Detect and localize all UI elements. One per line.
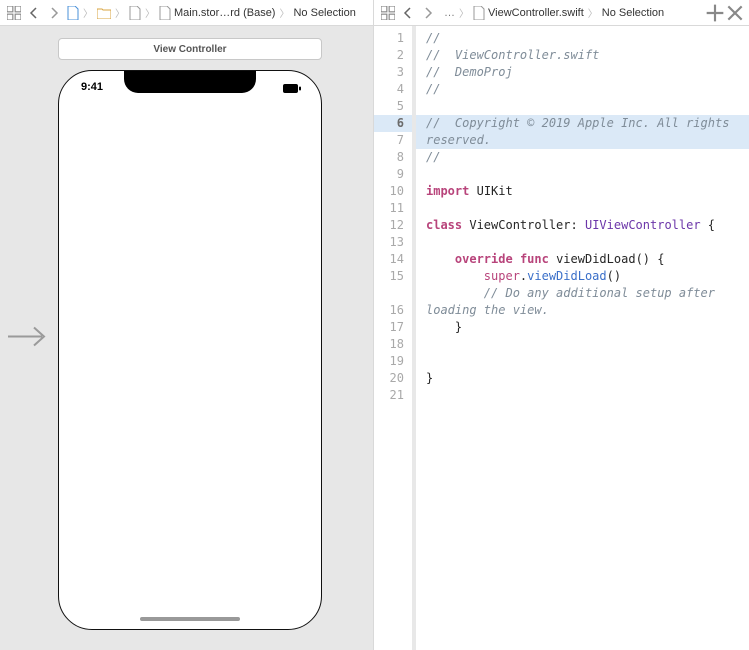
breadcrumb-file-label: ViewController.swift [488, 7, 584, 19]
code-line: // DemoProj [426, 64, 749, 81]
code-line: } [426, 319, 749, 336]
line-number: 8 [374, 149, 412, 166]
code-line: class ViewController: UIViewController { [426, 217, 749, 234]
line-number: 9 [374, 166, 412, 183]
line-number: 18 [374, 336, 412, 353]
line-number-gutter: 123456789101112131415161718192021 [374, 26, 416, 650]
line-number: 16 [374, 302, 412, 319]
code-line [426, 234, 749, 251]
scene-title-label: View Controller [153, 44, 226, 55]
source-editor[interactable]: 123456789101112131415161718192021 //// V… [374, 26, 749, 650]
nav-back-button[interactable] [24, 3, 44, 23]
code-line: super.viewDidLoad() [426, 268, 749, 285]
breadcrumb-counterparts[interactable]: … [438, 0, 458, 25]
scene-title-bar[interactable]: View Controller [58, 38, 322, 60]
line-number: 6 [374, 115, 412, 132]
code-line [426, 166, 749, 183]
code-line [426, 387, 749, 404]
breadcrumb-ellipsis: … [444, 7, 455, 19]
phone-notch [124, 71, 256, 93]
line-number: 17 [374, 319, 412, 336]
line-number: 5 [374, 98, 412, 115]
phone-frame[interactable]: 9:41 [58, 70, 322, 630]
chevron-right-icon: 〉 [144, 5, 156, 20]
battery-icon [283, 82, 301, 96]
code-line: // [426, 30, 749, 47]
line-number: 11 [374, 200, 412, 217]
folder-icon [97, 7, 111, 19]
storyboard-file-icon [159, 6, 171, 20]
nav-back-button[interactable] [398, 3, 418, 23]
line-number: 4 [374, 81, 412, 98]
chevron-right-icon: 〉 [82, 5, 94, 20]
line-number: 15 [374, 268, 412, 302]
storyboard-canvas[interactable]: View Controller 9:41 [0, 26, 373, 650]
code-line: // Do any additional setup after loading… [426, 285, 749, 319]
line-number: 1 [374, 30, 412, 47]
chevron-right-icon: 〉 [458, 5, 470, 20]
nav-forward-button[interactable] [44, 3, 64, 23]
line-number: 21 [374, 387, 412, 404]
jumpbar-right: … 〉 ViewController.swift 〉 No Selection [374, 0, 749, 26]
chevron-right-icon: 〉 [278, 5, 290, 20]
code-line [426, 404, 749, 421]
code-line [426, 200, 749, 217]
code-line: import UIKit [426, 183, 749, 200]
related-items-icon[interactable] [378, 3, 398, 23]
related-items-icon[interactable] [4, 3, 24, 23]
line-number: 12 [374, 217, 412, 234]
breadcrumb-item-folder[interactable] [94, 0, 114, 25]
chevron-right-icon: 〉 [114, 5, 126, 20]
editor-pane: … 〉 ViewController.swift 〉 No Selection … [374, 0, 749, 650]
code-content[interactable]: //// ViewController.swift// DemoProj// /… [416, 26, 749, 650]
scene[interactable]: View Controller 9:41 [58, 38, 322, 630]
line-number: 10 [374, 183, 412, 200]
code-line [426, 353, 749, 370]
swift-file-icon [473, 6, 485, 20]
breadcrumb-selection-label: No Selection [293, 7, 355, 19]
breadcrumb-item-group[interactable] [126, 0, 144, 25]
line-number: 14 [374, 251, 412, 268]
jumpbar-left: 〉 〉 〉 Main.stor…rd (Base) 〉 No Selection [0, 0, 373, 26]
entry-point-arrow-icon [6, 322, 50, 355]
breadcrumb-file-label: Main.stor…rd (Base) [174, 7, 275, 19]
nav-forward-button[interactable] [418, 3, 438, 23]
breadcrumb-item-file[interactable]: ViewController.swift [470, 0, 587, 25]
line-number: 13 [374, 234, 412, 251]
storyboard-pane: 〉 〉 〉 Main.stor…rd (Base) 〉 No Selection… [0, 0, 374, 650]
line-number: 2 [374, 47, 412, 64]
breadcrumb-selection[interactable]: No Selection [290, 0, 358, 25]
code-line: // [426, 149, 749, 166]
line-number: 7 [374, 132, 412, 149]
code-line [426, 98, 749, 115]
code-line [426, 336, 749, 353]
breadcrumb-selection[interactable]: No Selection [599, 0, 667, 25]
home-indicator [140, 617, 240, 621]
breadcrumb-selection-label: No Selection [602, 7, 664, 19]
status-time-label: 9:41 [81, 81, 103, 93]
add-editor-button[interactable] [705, 3, 725, 23]
close-editor-button[interactable] [725, 3, 745, 23]
project-file-icon [67, 6, 79, 20]
code-line: // Copyright © 2019 Apple Inc. All right… [416, 115, 749, 149]
line-number: 20 [374, 370, 412, 387]
breadcrumb-item-project[interactable] [64, 0, 82, 25]
code-line: // ViewController.swift [426, 47, 749, 64]
breadcrumb-item-storyboard[interactable]: Main.stor…rd (Base) [156, 0, 278, 25]
file-icon [129, 6, 141, 20]
code-line: } [426, 370, 749, 387]
code-line: override func viewDidLoad() { [426, 251, 749, 268]
code-line: // [426, 81, 749, 98]
line-number: 19 [374, 353, 412, 370]
chevron-right-icon: 〉 [587, 5, 599, 20]
line-number: 3 [374, 64, 412, 81]
